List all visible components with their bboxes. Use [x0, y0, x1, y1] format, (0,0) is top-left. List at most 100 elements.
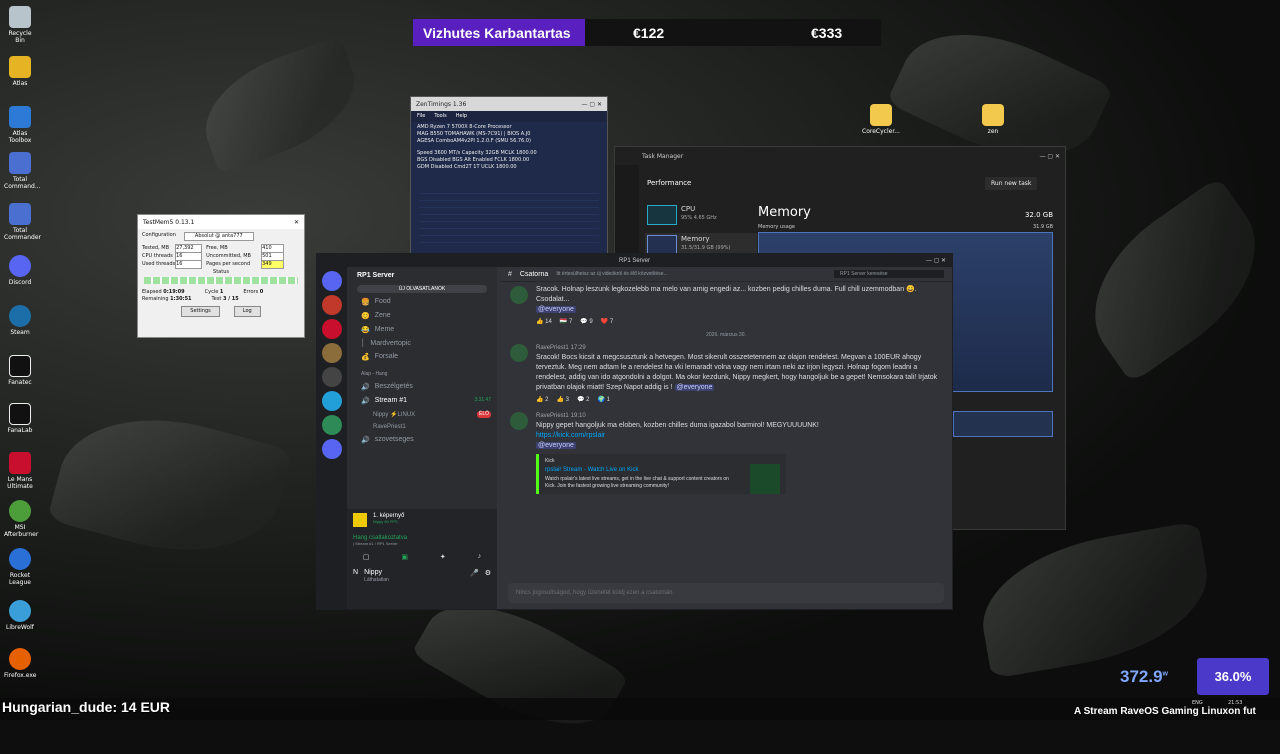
close-icon[interactable]: ✕	[294, 219, 299, 226]
server-name[interactable]: RP1 Server	[347, 267, 497, 283]
reaction[interactable]: ❤️ 7	[601, 317, 613, 327]
zen-menu[interactable]: File Tools Help	[411, 111, 607, 122]
stat-label: Tested, MB	[142, 245, 170, 251]
reaction[interactable]: 🌍 1	[597, 395, 609, 405]
share-screen-icon[interactable]: ▣	[401, 553, 408, 561]
cpu-tile[interactable]: CPU 95% 4.65 GHz	[645, 203, 745, 227]
firefox-icon[interactable]: Firefox.exe	[4, 648, 36, 679]
channel-item[interactable]: 🍔 Food	[347, 295, 497, 309]
menu-tools[interactable]: Tools	[434, 113, 446, 120]
voice-timer: 3:31:47	[474, 397, 491, 403]
zentimings-window[interactable]: ZenTimings 1.36 — ▢ ✕ File Tools Help AMD R…	[410, 96, 608, 256]
log-button[interactable]: Log	[233, 306, 261, 317]
window-title: Task Manager	[642, 152, 684, 160]
message-input[interactable]: Nincs jogosultságod, hogy üzenetet küldj…	[508, 583, 944, 603]
message[interactable]: Sracok. Holnap leszunk legkozelebb ma me…	[500, 282, 952, 330]
server-icon[interactable]	[322, 295, 342, 315]
server-icon[interactable]	[322, 439, 342, 459]
voice-controls[interactable]: ▢ ▣ ✦ ♪	[347, 551, 497, 563]
atlas-icon[interactable]: Atlas	[4, 56, 36, 87]
server-icon[interactable]	[322, 343, 342, 363]
total-commander-icon[interactable]: Total Command...	[4, 152, 41, 190]
activities-icon[interactable]: ✦	[440, 553, 446, 561]
embed-title[interactable]: rpslair Stream - Watch Live on Kick	[545, 467, 780, 474]
taskbar[interactable]: Hungarian_dude: 14 EUR ENG 21:53 A Strea…	[0, 698, 1280, 720]
server-rail[interactable]	[317, 267, 347, 609]
voice-connected[interactable]: Hang csatlakoztatva | Stream #1 / RP1 Ser…	[347, 531, 497, 551]
channel-sidebar[interactable]: RP1 Server ÚJ OLVASATLANOK 🍔 Food 😊 Zene…	[347, 267, 497, 609]
rocket-league-icon[interactable]: Rocket League	[4, 548, 36, 586]
server-icon[interactable]	[322, 367, 342, 387]
channel-item[interactable]: 😂 Meme	[347, 323, 497, 337]
user-panel[interactable]: N Nippy Láthatatlan 🎤 ⚙	[347, 563, 497, 589]
embed-thumbnail	[750, 464, 780, 494]
window-controls[interactable]: — ▢ ✕	[1039, 153, 1060, 160]
message-author[interactable]: RavePriest1	[536, 345, 569, 351]
run-new-task-button[interactable]: Run new task	[985, 177, 1038, 190]
settings-button[interactable]: Settings	[181, 306, 220, 317]
atlas-toolbox-icon[interactable]: Atlas Toolbox	[4, 106, 36, 144]
gear-icon[interactable]: ⚙	[485, 569, 491, 583]
config-value[interactable]: Absolut @ anta777	[183, 232, 254, 241]
channel-item[interactable]: │ Mardvertopic	[347, 337, 497, 350]
reaction[interactable]: 👍 2	[536, 395, 548, 405]
hash-icon: #	[508, 270, 512, 278]
soundboard-icon[interactable]: ♪	[478, 553, 482, 561]
reaction[interactable]: 💬 2	[577, 395, 589, 405]
msi-afterburner-icon[interactable]: MSI Afterburner	[4, 500, 38, 538]
mention[interactable]: @everyone	[674, 384, 715, 391]
search-input[interactable]: RP1 Server keresése	[834, 270, 944, 278]
recycle-bin-icon[interactable]: Recycle Bin	[4, 6, 36, 44]
voice-channel[interactable]: 🔊 szovetseges	[347, 433, 497, 447]
reactions[interactable]: 👍 2 👍 3 💬 2 🌍 1	[536, 395, 946, 405]
voice-user[interactable]: Nippy ⚡LINUX ÉLŐ	[347, 408, 497, 421]
discord-home-icon[interactable]	[322, 271, 342, 291]
stat-value: 27,392	[175, 244, 203, 253]
reaction[interactable]: 👍 14	[536, 317, 552, 327]
avatar[interactable]: N	[353, 569, 358, 583]
mic-icon[interactable]: 🎤	[470, 569, 479, 583]
message-author[interactable]: RavePriest1	[536, 413, 569, 419]
reaction[interactable]: 🇭🇺 7	[560, 317, 572, 327]
voice-category[interactable]: Alap - Hang	[347, 368, 497, 380]
link-embed[interactable]: Kick rpslair Stream - Watch Live on Kick W…	[536, 454, 786, 494]
server-icon[interactable]	[322, 415, 342, 435]
window-controls[interactable]: — ▢ ✕	[581, 101, 602, 108]
channel-item[interactable]: 💰 Forsale	[347, 350, 497, 364]
discord-window[interactable]: RP1 Server — ▢ ✕ RP1 Server ÚJ OLVASATLAN…	[316, 253, 953, 610]
discord-icon[interactable]: Discord	[4, 255, 36, 286]
server-icon[interactable]	[322, 391, 342, 411]
message-area[interactable]: # Csatorna Itt értesülhetsz az új videókró…	[500, 267, 952, 609]
message[interactable]: RavePriest1 17:29 Sracok! Bocs kicsit a m…	[500, 340, 952, 408]
voice-channel[interactable]: 🔊 Stream #1 3:31:47	[347, 394, 497, 408]
testmem5-window[interactable]: TestMem5 0.13.1 ✕ Configuration Absolut @ …	[137, 214, 305, 338]
reactions[interactable]: 👍 14 🇭🇺 7 💬 9 ❤️ 7	[536, 317, 946, 327]
test-value: 3 / 15	[222, 296, 239, 302]
le-mans-icon[interactable]: Le Mans Ultimate	[4, 452, 36, 490]
menu-file[interactable]: File	[417, 113, 425, 120]
librewolf-icon[interactable]: LibreWolf	[4, 600, 36, 631]
total-commander-icon[interactable]: Total Commander	[4, 203, 41, 241]
message-link[interactable]: https://kick.com/rpslair	[536, 432, 605, 439]
unread-pill[interactable]: ÚJ OLVASATLANOK	[357, 285, 487, 293]
message[interactable]: RavePriest1 19:10 Nippy gepet hangoljuk m…	[500, 408, 952, 497]
mention[interactable]: @everyone	[536, 306, 576, 313]
channel-label: Mardvertopic	[370, 340, 411, 347]
video-icon[interactable]: ▢	[363, 553, 370, 561]
reaction[interactable]: 💬 9	[580, 317, 592, 327]
fanalab-icon[interactable]: FanaLab	[4, 403, 36, 434]
server-icon[interactable]	[322, 319, 342, 339]
screen-share[interactable]: 1. képernyő Nippy 60 FPS	[347, 509, 497, 531]
reaction[interactable]: 👍 3	[556, 395, 568, 405]
date-divider: 2026. március 30.	[706, 332, 746, 338]
fanatec-icon[interactable]: Fanatec	[4, 355, 36, 386]
window-controls[interactable]: — ▢ ✕	[926, 257, 946, 264]
menu-help[interactable]: Help	[456, 113, 467, 120]
mention[interactable]: @everyone	[536, 442, 576, 449]
voice-user[interactable]: RavePriest1	[347, 421, 497, 433]
folder-icon[interactable]: zen	[975, 104, 1011, 135]
voice-channel[interactable]: 🔊 Beszélgetés	[347, 380, 497, 394]
steam-icon[interactable]: Steam	[4, 305, 36, 336]
channel-item[interactable]: 😊 Zene	[347, 309, 497, 323]
folder-icon[interactable]: CoreCycler...	[862, 104, 900, 135]
